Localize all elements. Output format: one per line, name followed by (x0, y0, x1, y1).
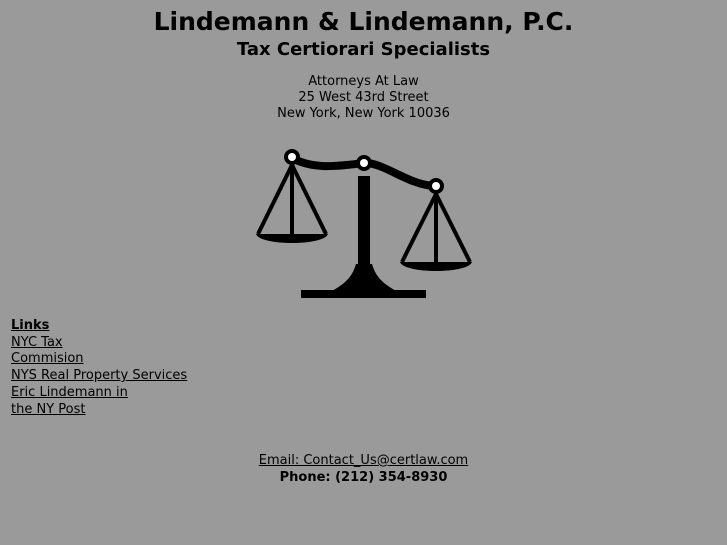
links-heading: Links (11, 318, 50, 333)
address-line-city: New York, New York 10036 (277, 106, 450, 121)
link-eric-lindemann-ny-post[interactable]: Eric Lindemann in the NY Post (11, 385, 187, 418)
page: Lindemann & Lindemann, P.C. Tax Certiora… (0, 0, 727, 545)
links-section: Links NYC Tax Commision NYS Real Propert… (11, 318, 187, 418)
link-nys-real-property-services[interactable]: NYS Real Property Services (11, 368, 187, 385)
contact-block: Email: Contact_Us@certlaw.com Phone: (21… (0, 452, 727, 486)
link-ny-post-line1: Eric Lindemann in (11, 384, 128, 400)
email-link[interactable]: Email: Contact_Us@certlaw.com (259, 453, 468, 468)
link-nyc-tax-line2: Commision (11, 351, 84, 367)
phone-number: Phone: (212) 354-8930 (279, 470, 448, 485)
link-nys-line1: NYS Real Property Services (11, 368, 188, 384)
address-line-title: Attorneys At Law (308, 74, 419, 89)
scales-of-justice-icon (256, 149, 472, 298)
link-nyc-tax-commission[interactable]: NYC Tax Commision (11, 335, 187, 368)
address-line-street: 25 West 43rd Street (298, 90, 429, 105)
link-nyc-tax-line1: NYC Tax (11, 334, 63, 350)
firm-name: Lindemann & Lindemann, P.C. (153, 7, 574, 36)
link-ny-post-line2: the NY Post (11, 401, 86, 417)
address-block: Attorneys At Law 25 West 43rd Street New… (0, 74, 727, 122)
tagline: Tax Certiorari Specialists (236, 39, 491, 60)
